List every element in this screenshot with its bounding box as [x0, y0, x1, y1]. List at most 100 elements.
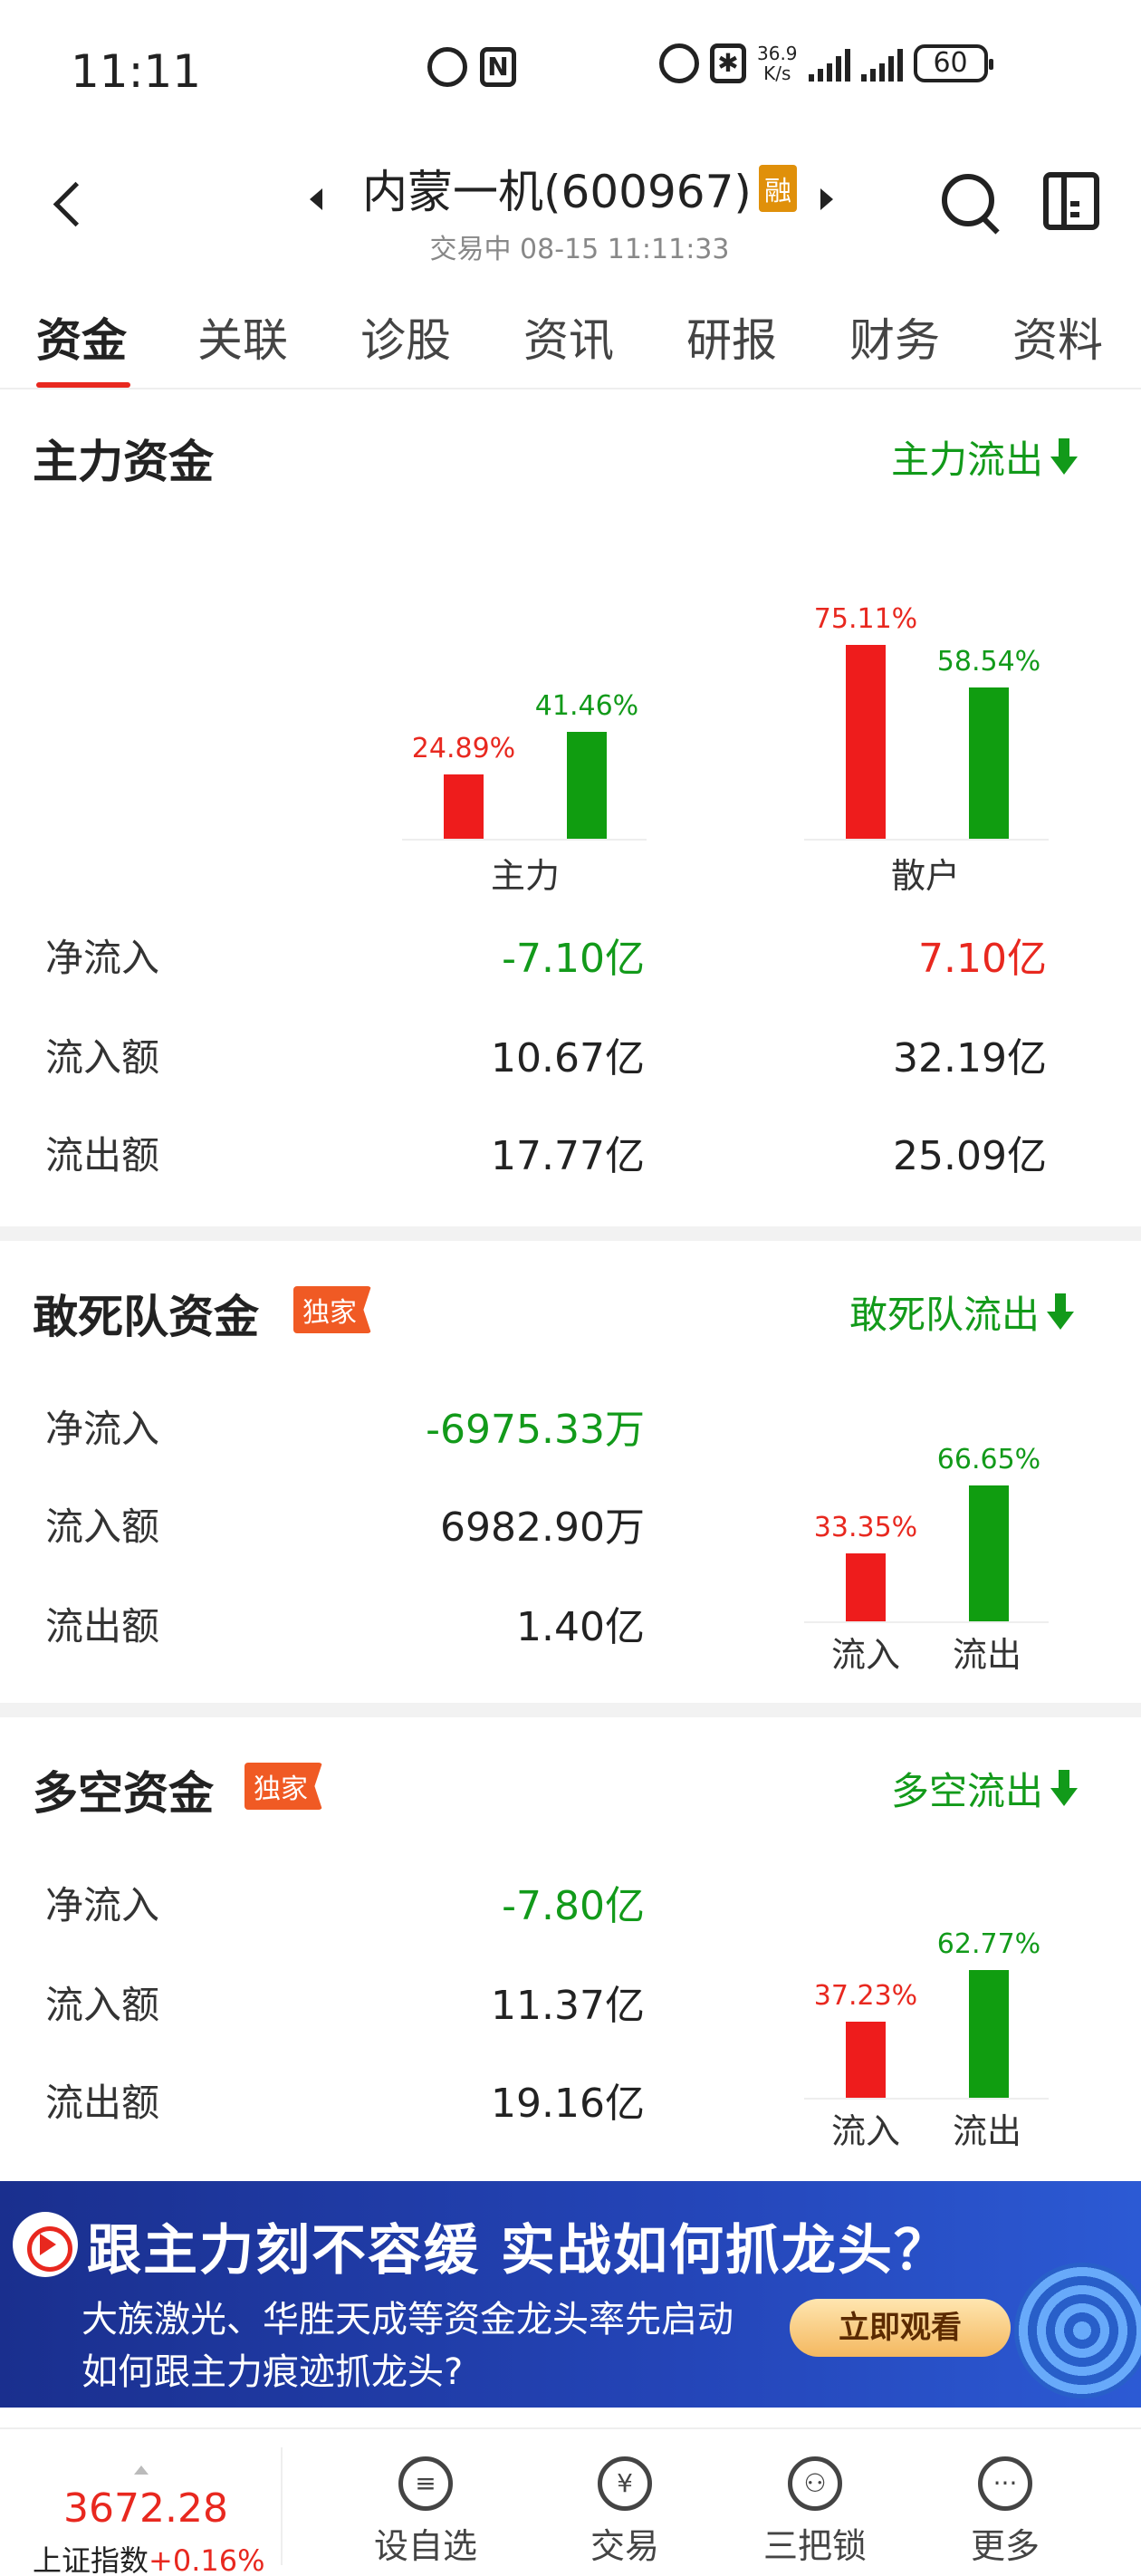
sync-icon: [427, 47, 467, 87]
chart-label-retail: 散户: [890, 856, 960, 896]
signal-icon: [808, 45, 850, 82]
nav-trade[interactable]: ¥ 交易: [552, 2456, 697, 2568]
banner-line1: 大族激光、华胜天成等资金龙头率先启动: [82, 2299, 734, 2341]
stock-header: 内蒙一机(600967) 融 交易中 08-15 11:11:33: [0, 136, 1141, 272]
net-speed: 36.9 K/s: [757, 43, 798, 84]
tab-research[interactable]: 研报: [686, 304, 777, 370]
dare-row-label-outflow: 流出额: [45, 1604, 160, 1648]
dare-outflow-value: 1.40亿: [516, 1604, 645, 1650]
status-right: ✱ 36.9 K/s 60: [659, 43, 993, 84]
dare-inflow-bar: [846, 1552, 886, 1621]
main-inflow-value: 10.67亿: [491, 1035, 645, 1081]
list-icon: ≡: [398, 2456, 453, 2511]
nav-watchlist[interactable]: ≡ 设自选: [353, 2456, 498, 2568]
main-funds-title: 主力资金: [33, 436, 214, 488]
signal-icon-2: [860, 45, 903, 82]
index-change: +0.16%: [149, 2543, 265, 2576]
retail-inflow-pct: 75.11%: [813, 602, 918, 635]
chart-label-main: 主力: [490, 856, 560, 896]
nav-three-locks[interactable]: ⚇ 三把锁: [743, 2456, 887, 2568]
margin-badge: 融: [758, 165, 797, 212]
row-label-outflow: 流出额: [45, 1133, 160, 1177]
nav-label: 更多: [970, 2526, 1040, 2566]
dare-baseline: [804, 1621, 1049, 1623]
dare-inflow-value: 6982.90万: [440, 1504, 645, 1551]
index-name-row[interactable]: 上证指数+0.16%: [33, 2538, 264, 2576]
longshort-funds-status: 多空流出: [891, 1761, 1079, 1816]
longshort-funds-title: 多空资金: [33, 1767, 214, 1820]
ls-outflow-pct: 62.77%: [936, 1927, 1041, 1960]
retail-outflow-bar: [969, 687, 1009, 839]
retail-outflow-value: 25.09亿: [893, 1133, 1047, 1179]
tab-finance[interactable]: 财务: [849, 304, 940, 370]
bottom-bar: 3672.28 上证指数+0.16% ≡ 设自选 ¥ 交易 ⚇ 三把锁 ··· …: [0, 2427, 1141, 2576]
dare-row-label-inflow: 流入额: [45, 1504, 160, 1549]
tab-funds[interactable]: 资金: [36, 304, 127, 370]
back-icon[interactable]: [51, 179, 87, 234]
arrow-down-icon: [1050, 1769, 1079, 1808]
main-outflow-bar: [567, 731, 607, 839]
dare-label-outflow: 流出: [952, 1635, 1021, 1675]
banner-line2: 如何跟主力痕迹抓龙头?: [82, 2351, 464, 2393]
tab-bar: 资金 关联 诊股 资讯 研报 财务 资料: [0, 272, 1141, 389]
section-divider: [0, 1226, 1141, 1241]
battery-icon: 60: [913, 44, 993, 82]
main-net-value: -7.10亿: [502, 936, 645, 982]
nav-label: 交易: [590, 2526, 659, 2566]
tab-related[interactable]: 关联: [197, 304, 288, 370]
index-name: 上证指数: [33, 2543, 149, 2576]
status-time: 11:11: [71, 45, 202, 98]
row-label-net: 净流入: [45, 936, 160, 980]
ls-baseline: [804, 2098, 1049, 2100]
nav-label: 三把锁: [762, 2526, 867, 2566]
section-divider: [0, 1703, 1141, 1717]
stock-title: 内蒙一机(600967): [362, 166, 752, 218]
more-icon: ···: [978, 2456, 1032, 2511]
main-inflow-bar: [444, 774, 484, 839]
yen-icon: ¥: [598, 2456, 652, 2511]
ls-inflow-pct: 37.23%: [813, 1980, 918, 2013]
ls-outflow-value: 19.16亿: [491, 2081, 645, 2127]
nav-more[interactable]: ··· 更多: [933, 2456, 1078, 2568]
ls-row-label-inflow: 流入额: [45, 1983, 160, 2027]
arrow-down-icon: [1047, 1293, 1075, 1331]
dare-inflow-pct: 33.35%: [813, 1511, 918, 1543]
retail-net-value: 7.10亿: [918, 936, 1047, 982]
main-baseline: [402, 839, 647, 841]
nfc-icon: N: [480, 47, 516, 87]
retail-baseline: [804, 839, 1049, 841]
ls-inflow-bar: [846, 2022, 886, 2098]
divider: [281, 2447, 283, 2565]
bluetooth-icon: ✱: [710, 43, 746, 83]
alarm-icon: [659, 43, 699, 83]
title-block: 内蒙一机(600967) 融 交易中 08-15 11:11:33: [308, 156, 851, 266]
locks-icon: ⚇: [788, 2456, 842, 2511]
dare-row-label-net: 净流入: [45, 1407, 160, 1451]
target-icon: [1014, 2263, 1141, 2398]
arrow-down-icon: [1050, 437, 1079, 476]
dare-net-value: -6975.33万: [426, 1407, 645, 1453]
main-inflow-pct: 24.89%: [411, 733, 516, 765]
watch-now-button[interactable]: 立即观看: [790, 2299, 1011, 2357]
tab-profile[interactable]: 资料: [1012, 304, 1103, 370]
ls-row-label-outflow: 流出额: [45, 2081, 160, 2125]
tab-news[interactable]: 资讯: [523, 304, 614, 370]
exclusive-badge: 独家: [244, 1763, 322, 1810]
status-bar: 11:11 N ✱ 36.9 K/s 60: [0, 0, 1141, 136]
ls-net-value: -7.80亿: [502, 1883, 645, 1929]
ls-row-label-net: 净流入: [45, 1883, 160, 1927]
tab-diagnosis[interactable]: 诊股: [360, 304, 451, 370]
dare-funds-status: 敢死队流出: [849, 1284, 1075, 1340]
next-stock-icon[interactable]: [820, 188, 833, 210]
promo-banner[interactable]: 跟主力刻不容缓 实战如何抓龙头？ 大族激光、华胜天成等资金龙头率先启动 如何跟主…: [0, 2181, 1141, 2408]
exclusive-badge: 独家: [293, 1286, 371, 1333]
dare-outflow-bar: [969, 1485, 1009, 1621]
search-icon[interactable]: [938, 170, 1002, 234]
active-tab-indicator: [36, 382, 130, 388]
main-funds-status: 主力流出: [891, 429, 1079, 485]
status-mid-icons: N: [427, 47, 516, 87]
dare-funds-title: 敢死队资金: [33, 1291, 259, 1343]
expand-up-icon[interactable]: [134, 2465, 149, 2475]
share-icon[interactable]: [1043, 172, 1099, 230]
index-value[interactable]: 3672.28: [63, 2485, 228, 2532]
